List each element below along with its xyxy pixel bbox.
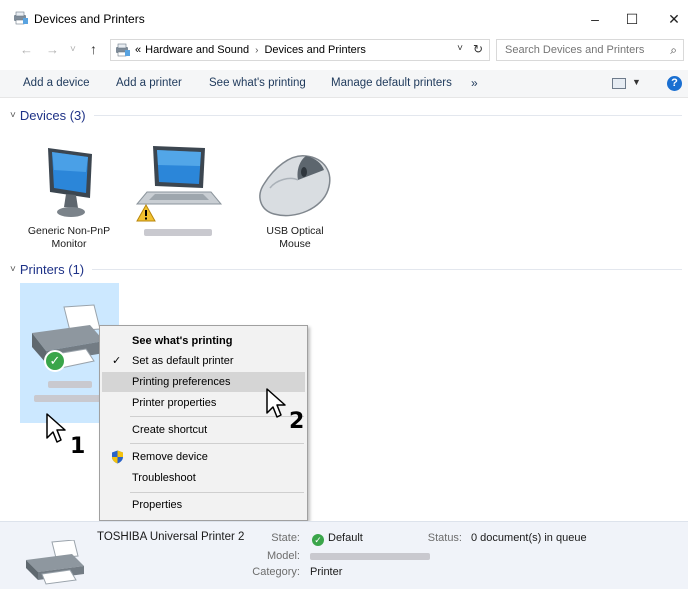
device-label-line2: Monitor — [51, 238, 87, 250]
devices-printers-app-icon — [14, 11, 28, 25]
default-printer-check-icon: ✓ — [44, 350, 66, 372]
address-dropdown-icon[interactable]: ˅ — [457, 43, 463, 54]
recent-locations-button[interactable]: ˅ — [70, 44, 76, 55]
window-title: Devices and Printers — [34, 12, 145, 26]
details-state-label: State: — [271, 532, 300, 544]
search-box[interactable]: ⌕ — [496, 39, 684, 61]
up-button[interactable]: ↑ — [90, 41, 97, 57]
printers-group-label: Printers (1) — [19, 262, 85, 277]
collapse-chevron-icon[interactable]: ˅ — [10, 264, 16, 275]
menu-item-label: Create shortcut — [132, 424, 208, 436]
monitor-icon — [48, 148, 92, 217]
uac-shield-icon — [112, 450, 123, 464]
warning-icon — [136, 204, 156, 222]
details-status-value: 0 document(s) in queue — [471, 532, 587, 544]
device-usb-mouse[interactable]: USB Optical Mouse — [245, 150, 345, 251]
mouse-icon — [259, 155, 331, 217]
devices-group-header[interactable]: ˅ Devices (3) — [10, 108, 682, 123]
details-printer-name: TOSHIBA Universal Printer 2 — [97, 531, 245, 543]
device-laptop[interactable] — [130, 142, 226, 240]
back-button[interactable]: ← — [20, 42, 33, 57]
menu-item-create-shortcut[interactable]: Create shortcut — [102, 420, 305, 440]
menu-item-label: Set as default printer — [132, 355, 234, 367]
device-label-line2: Mouse — [279, 238, 311, 250]
add-printer-button[interactable]: Add a printer — [116, 77, 182, 89]
menu-item-label: Properties — [132, 499, 183, 511]
details-status-label: Status: — [427, 532, 462, 544]
devices-printers-location-icon — [116, 43, 130, 57]
printer-context-menu: See what's printing ✓ Set as default prin… — [99, 325, 308, 521]
change-view-icon[interactable] — [612, 78, 626, 89]
search-icon[interactable]: ⌕ — [670, 43, 677, 58]
see-whats-printing-button[interactable]: See what's printing — [209, 77, 306, 89]
group-divider — [92, 269, 682, 270]
breadcrumb-overflow[interactable]: « — [135, 44, 141, 56]
devices-group-label: Devices (3) — [19, 108, 86, 123]
menu-item-label: Troubleshoot — [132, 472, 196, 484]
menu-item-label: Printing preferences — [132, 376, 231, 388]
menu-item-label: Printer properties — [132, 397, 217, 409]
breadcrumb-separator[interactable]: › — [255, 45, 258, 56]
refresh-icon[interactable]: ↻ — [473, 42, 483, 56]
close-button[interactable]: ✕ — [662, 8, 686, 30]
maximize-button[interactable]: ☐ — [620, 8, 644, 30]
device-label-line1: USB Optical — [266, 225, 324, 237]
more-commands-button[interactable]: » — [471, 76, 478, 90]
default-check-icon: ✓ — [312, 534, 324, 546]
address-bar[interactable]: « Hardware and Sound › Devices and Print… — [110, 39, 490, 61]
printer-name-redacted-line1 — [48, 381, 92, 388]
menu-item-label: Remove device — [132, 451, 208, 463]
group-divider — [93, 115, 682, 116]
mouse-pointer-icon — [46, 413, 66, 443]
device-label-line1: Generic Non-PnP — [27, 225, 111, 237]
address-row: ← → ˅ ↑ « Hardware and Sound › Devices a… — [0, 38, 688, 64]
menu-divider — [130, 492, 304, 493]
callout-number-2: 2 — [289, 409, 305, 434]
details-category-label: Category: — [252, 566, 300, 578]
printers-group-header[interactable]: ˅ Printers (1) — [10, 262, 682, 277]
details-model-value-redacted — [310, 553, 430, 560]
menu-item-properties[interactable]: Properties — [102, 495, 305, 515]
menu-divider — [130, 443, 304, 444]
details-state-value: ✓ Default — [312, 532, 363, 546]
checkmark-icon: ✓ — [112, 355, 122, 367]
view-options-dropdown-icon[interactable]: ▼ — [632, 77, 641, 87]
details-model-label: Model: — [266, 550, 300, 562]
menu-item-see-whats-printing[interactable]: See what's printing — [102, 331, 305, 351]
menu-item-set-default-printer[interactable]: ✓ Set as default printer — [102, 351, 305, 371]
command-bar: Add a device Add a printer See what's pr… — [0, 70, 688, 98]
details-pane: TOSHIBA Universal Printer 2 State: ✓ Defa… — [0, 521, 688, 589]
minimize-button[interactable]: – — [583, 8, 607, 30]
callout-number-1: 1 — [70, 434, 86, 459]
menu-item-troubleshoot[interactable]: Troubleshoot — [102, 468, 305, 488]
title-bar: Devices and Printers – ☐ ✕ — [0, 0, 688, 38]
printer-icon — [26, 540, 84, 585]
collapse-chevron-icon[interactable]: ˅ — [10, 110, 16, 121]
details-category-value: Printer — [310, 566, 343, 578]
breadcrumb-devices-and-printers[interactable]: Devices and Printers — [264, 44, 366, 56]
forward-button[interactable]: → — [46, 42, 59, 57]
device-label-redacted — [130, 227, 226, 240]
mouse-pointer-icon — [266, 388, 286, 418]
menu-item-label: See what's printing — [132, 335, 233, 347]
menu-item-remove-device[interactable]: Remove device — [102, 447, 305, 467]
breadcrumb-hardware-and-sound[interactable]: Hardware and Sound — [145, 44, 249, 56]
manage-default-printers-button[interactable]: Manage default printers — [331, 77, 452, 89]
printer-name-redacted-line2 — [34, 395, 104, 402]
search-input[interactable] — [505, 44, 655, 56]
printer-icon — [32, 304, 104, 370]
help-icon[interactable]: ? — [667, 76, 682, 91]
state-text: Default — [328, 532, 363, 544]
add-device-button[interactable]: Add a device — [23, 77, 90, 89]
device-generic-monitor[interactable]: Generic Non-PnP Monitor — [22, 142, 116, 251]
